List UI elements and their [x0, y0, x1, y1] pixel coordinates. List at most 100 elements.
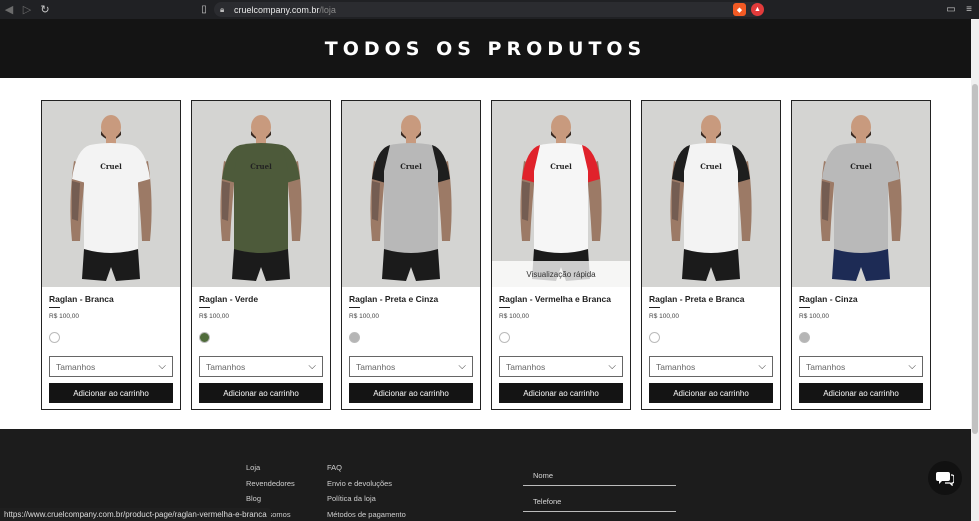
product-name[interactable]: Raglan - Cinza: [799, 294, 858, 304]
page-header: TODOS OS PRODUTOS: [0, 19, 971, 78]
name-underline: [499, 307, 510, 308]
footer-link[interactable]: Revendedores: [246, 479, 295, 495]
product-price: R$ 100,00: [199, 313, 229, 320]
footer-link[interactable]: Métodos de pagamento: [327, 510, 406, 521]
svg-text:Cruel: Cruel: [850, 162, 872, 171]
size-placeholder: Tamanhos: [806, 361, 846, 372]
address-url: cruelcompany.com.br/loja: [234, 4, 336, 15]
size-placeholder: Tamanhos: [56, 361, 96, 372]
add-to-cart-button[interactable]: Adicionar ao carrinho: [349, 383, 473, 403]
size-dropdown[interactable]: Tamanhos ⌵: [349, 356, 473, 377]
add-to-cart-button[interactable]: Adicionar ao carrinho: [49, 383, 173, 403]
color-swatch[interactable]: [799, 332, 810, 343]
svg-text:Cruel: Cruel: [700, 162, 722, 171]
add-to-cart-button[interactable]: Adicionar ao carrinho: [499, 383, 623, 403]
size-placeholder: Tamanhos: [356, 361, 396, 372]
add-to-cart-button[interactable]: Adicionar ao carrinho: [649, 383, 773, 403]
product-card[interactable]: Cruel Visualização rápida Raglan - Verme…: [491, 100, 631, 410]
product-photo: Cruel: [192, 101, 330, 287]
size-dropdown[interactable]: Tamanhos ⌵: [199, 356, 323, 377]
product-name[interactable]: Raglan - Vermelha e Branca: [499, 294, 611, 304]
chevron-down-icon: ⌵: [308, 360, 316, 372]
product-image[interactable]: Cruel: [42, 101, 180, 287]
size-dropdown[interactable]: Tamanhos ⌵: [499, 356, 623, 377]
browser-toolbar: ◀ ▷ ↻ ▯ 🔒︎ cruelcompany.com.br/loja ◆ ▲ …: [0, 0, 979, 19]
brave-shield-icon[interactable]: ◆: [733, 3, 746, 16]
color-swatch[interactable]: [49, 332, 60, 343]
svg-text:Cruel: Cruel: [100, 162, 122, 171]
add-to-cart-button[interactable]: Adicionar ao carrinho: [199, 383, 323, 403]
chevron-down-icon: ⌵: [608, 360, 616, 372]
color-swatch[interactable]: [199, 332, 210, 343]
forward-icon[interactable]: ▷: [18, 0, 36, 19]
chat-icon: [936, 472, 954, 486]
product-photo: Cruel: [342, 101, 480, 287]
product-price: R$ 100,00: [349, 313, 379, 320]
page-scrollbar[interactable]: [971, 19, 979, 521]
back-icon[interactable]: ◀: [0, 0, 18, 19]
product-price: R$ 100,00: [49, 313, 79, 320]
product-price: R$ 100,00: [499, 313, 529, 320]
scrollbar-thumb[interactable]: [972, 84, 978, 434]
chevron-down-icon: ⌵: [758, 360, 766, 372]
product-card[interactable]: Cruel Raglan - Cinza R$ 100,00 Tamanhos …: [791, 100, 931, 410]
product-image[interactable]: Cruel: [642, 101, 780, 287]
reload-icon[interactable]: ↻: [36, 0, 54, 19]
name-underline: [49, 307, 60, 308]
footer-link[interactable]: Política da loja: [327, 494, 406, 510]
bookmark-icon[interactable]: ▯: [198, 3, 210, 16]
size-dropdown[interactable]: Tamanhos ⌵: [649, 356, 773, 377]
name-underline: [349, 307, 360, 308]
product-name[interactable]: Raglan - Preta e Branca: [649, 294, 744, 304]
product-photo: Cruel: [792, 101, 930, 287]
size-placeholder: Tamanhos: [506, 361, 546, 372]
name-underline: [199, 307, 210, 308]
product-card[interactable]: Cruel Raglan - Branca R$ 100,00 Tamanhos…: [41, 100, 181, 410]
footer-link[interactable]: Envio e devoluções: [327, 479, 406, 495]
rewards-icon[interactable]: ▲: [751, 3, 764, 16]
phone-field[interactable]: Telefone: [523, 492, 676, 512]
chevron-down-icon: ⌵: [158, 360, 166, 372]
product-photo: Cruel: [642, 101, 780, 287]
footer-link[interactable]: FAQ: [327, 463, 406, 479]
product-price: R$ 100,00: [649, 313, 679, 320]
size-placeholder: Tamanhos: [656, 361, 696, 372]
svg-text:Cruel: Cruel: [550, 162, 572, 171]
name-field[interactable]: Nome: [523, 466, 676, 486]
product-card[interactable]: Cruel Raglan - Preta e Branca R$ 100,00 …: [641, 100, 781, 410]
address-bar[interactable]: 🔒︎ cruelcompany.com.br/loja: [214, 2, 764, 17]
color-swatch[interactable]: [499, 332, 510, 343]
color-swatch[interactable]: [349, 332, 360, 343]
product-image[interactable]: Cruel: [192, 101, 330, 287]
page-title: TODOS OS PRODUTOS: [324, 37, 647, 60]
chat-button[interactable]: [928, 461, 962, 495]
color-swatch[interactable]: [649, 332, 660, 343]
chevron-down-icon: ⌵: [458, 360, 466, 372]
product-image[interactable]: Cruel: [342, 101, 480, 287]
product-image[interactable]: Cruel: [792, 101, 930, 287]
product-card[interactable]: Cruel Raglan - Verde R$ 100,00 Tamanhos …: [191, 100, 331, 410]
svg-text:Cruel: Cruel: [400, 162, 422, 171]
size-dropdown[interactable]: Tamanhos ⌵: [49, 356, 173, 377]
wallet-icon[interactable]: ▭: [944, 3, 958, 16]
add-to-cart-button[interactable]: Adicionar ao carrinho: [799, 383, 923, 403]
product-name[interactable]: Raglan - Preta e Cinza: [349, 294, 438, 304]
footer-link[interactable]: Loja: [246, 463, 295, 479]
product-photo: Cruel: [492, 101, 630, 287]
chevron-down-icon: ⌵: [908, 360, 916, 372]
store-page: TODOS OS PRODUTOS Cruel Raglan - Branca …: [0, 19, 971, 521]
size-dropdown[interactable]: Tamanhos ⌵: [799, 356, 923, 377]
product-photo: Cruel: [42, 101, 180, 287]
name-underline: [799, 307, 810, 308]
product-card[interactable]: Cruel Raglan - Preta e Cinza R$ 100,00 T…: [341, 100, 481, 410]
product-name[interactable]: Raglan - Verde: [199, 294, 258, 304]
menu-icon[interactable]: ≡: [962, 3, 976, 16]
product-image[interactable]: Cruel Visualização rápida: [492, 101, 630, 287]
svg-text:Cruel: Cruel: [250, 162, 272, 171]
product-name[interactable]: Raglan - Branca: [49, 294, 114, 304]
footer-links-secondary: FAQ Envio e devoluções Política da loja Mét…: [327, 463, 406, 521]
link-status-bar: https://www.cruelcompany.com.br/product-…: [0, 508, 271, 521]
name-underline: [649, 307, 660, 308]
quick-view-button[interactable]: Visualização rápida: [492, 261, 630, 287]
lock-icon: 🔒︎: [220, 5, 225, 14]
